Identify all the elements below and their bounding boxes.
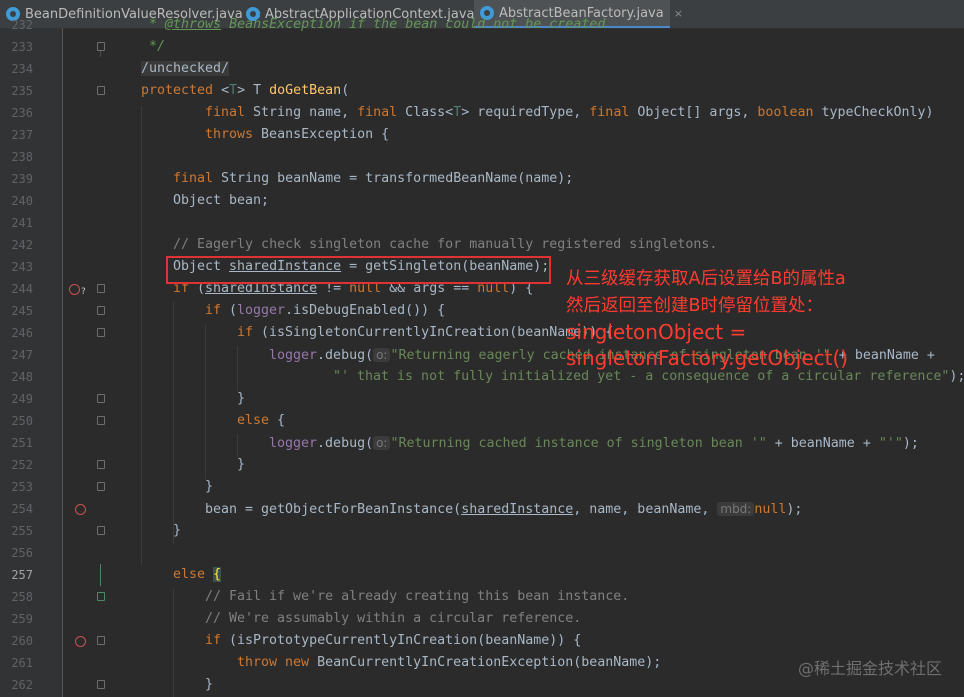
fold-marker-icon[interactable] <box>97 86 105 95</box>
gutter-divider <box>62 28 63 697</box>
line-number: 262 <box>11 678 33 692</box>
line-number: 234 <box>11 62 33 76</box>
code-line-235: protected <T> T doGetBean( <box>141 83 350 98</box>
indent-guide <box>173 588 174 697</box>
code-line-258: // Fail if we're already creating this b… <box>205 589 630 604</box>
line-number: 240 <box>11 194 33 208</box>
fold-marker-icon[interactable] <box>97 328 105 337</box>
indent-guide <box>205 324 206 479</box>
code-line-261: throw new BeanCurrentlyInCreationExcepti… <box>237 655 662 670</box>
breakpoint-question-mark: ? <box>81 287 86 297</box>
breakpoint-icon[interactable] <box>69 284 80 295</box>
line-number: 248 <box>11 370 33 384</box>
line-number: 247 <box>11 348 33 362</box>
code-line-246: if (isSingletonCurrentlyInCreation(beanN… <box>237 325 614 340</box>
code-line-245: if (logger.isDebugEnabled()) { <box>205 303 446 318</box>
parameter-hint: o: <box>373 436 391 450</box>
fold-guide <box>100 51 101 57</box>
line-number: 245 <box>11 304 33 318</box>
fold-marker-icon[interactable] <box>97 460 105 469</box>
line-number: 256 <box>11 546 33 560</box>
code-line-252: } <box>237 457 246 472</box>
line-number: 250 <box>11 414 33 428</box>
code-line-236: final String name, final Class<T> requir… <box>205 105 934 120</box>
annotation-line-1: 从三级缓存获取A后设置给B的属性a <box>566 269 846 289</box>
breakpoint-icon[interactable] <box>75 636 86 647</box>
code-line-242: // Eagerly check singleton cache for man… <box>173 237 718 252</box>
fold-guide <box>100 564 101 586</box>
line-number: 239 <box>11 172 33 186</box>
fold-marker-icon[interactable] <box>97 42 105 51</box>
code-line-254: bean = getObjectForBeanInstance(sharedIn… <box>205 502 803 517</box>
line-number: 251 <box>11 436 33 450</box>
code-line-251: logger.debug(o: "Returning cached instanc… <box>269 436 919 451</box>
line-number: 232 <box>11 18 33 32</box>
line-number: 249 <box>11 392 33 406</box>
line-number: 260 <box>11 634 33 648</box>
indent-guide <box>141 106 142 565</box>
line-number: 237 <box>11 128 33 142</box>
annotation-line-4: singletonFactory.getObject() <box>566 346 849 370</box>
code-line-240: Object bean; <box>173 193 270 208</box>
line-number: 241 <box>11 216 33 230</box>
line-number: 253 <box>11 480 33 494</box>
fold-marker-icon[interactable] <box>97 526 105 535</box>
annotation-line-3: singletonObject = <box>566 320 747 344</box>
indent-guide <box>173 302 174 545</box>
line-number: 246 <box>11 326 33 340</box>
line-number: 257 <box>11 568 33 582</box>
code-line-255: } <box>173 523 182 538</box>
watermark: @稀土掘金技术社区 <box>797 659 942 678</box>
code-line-257: else { <box>173 567 222 582</box>
line-number: 261 <box>11 656 33 670</box>
close-icon[interactable]: × <box>674 7 683 20</box>
indent-guide <box>237 346 238 391</box>
fold-marker-icon[interactable] <box>97 306 105 315</box>
line-number: 238 <box>11 150 33 164</box>
code-line-239: final String beanName = transformedBeanN… <box>173 171 574 186</box>
code-line-233: */ <box>149 39 166 54</box>
line-number: 254 <box>11 502 33 516</box>
code-line-260: if (isPrototypeCurrentlyInCreation(beanN… <box>205 633 582 648</box>
fold-marker-icon[interactable] <box>97 680 105 689</box>
fold-marker-icon[interactable] <box>97 592 105 601</box>
fold-marker-icon[interactable] <box>97 636 105 645</box>
parameter-hint: o: <box>373 348 391 362</box>
code-line-250: else { <box>237 413 286 428</box>
highlight-box <box>166 256 551 284</box>
fold-marker-icon[interactable] <box>97 416 105 425</box>
line-number: 252 <box>11 458 33 472</box>
code-line-237: throws BeansException { <box>205 127 390 142</box>
code-line-232: * @throws BeansException if the bean cou… <box>141 17 606 32</box>
breakpoint-icon[interactable] <box>75 504 86 515</box>
fold-marker-icon[interactable] <box>97 394 105 403</box>
code-line-259: // We're assumably within a circular ref… <box>205 611 582 626</box>
line-number: 242 <box>11 238 33 252</box>
line-number: 236 <box>11 106 33 120</box>
line-number: 235 <box>11 84 33 98</box>
annotation-line-2: 然后返回至创建B时停留位置处： <box>566 296 824 316</box>
line-number: 243 <box>11 260 33 274</box>
line-number: 244 <box>11 282 33 296</box>
code-line-253: } <box>205 479 214 494</box>
line-number: 258 <box>11 590 33 604</box>
code-line-262: } <box>205 677 214 692</box>
code-line-234: /unchecked/ <box>141 61 230 76</box>
line-number: 233 <box>11 40 33 54</box>
parameter-hint: mbd: <box>717 502 755 516</box>
line-number: 259 <box>11 612 33 626</box>
fold-marker-icon[interactable] <box>97 482 105 491</box>
code-line-249: } <box>237 391 246 406</box>
line-number: 255 <box>11 524 33 538</box>
fold-marker-icon[interactable] <box>97 284 105 293</box>
